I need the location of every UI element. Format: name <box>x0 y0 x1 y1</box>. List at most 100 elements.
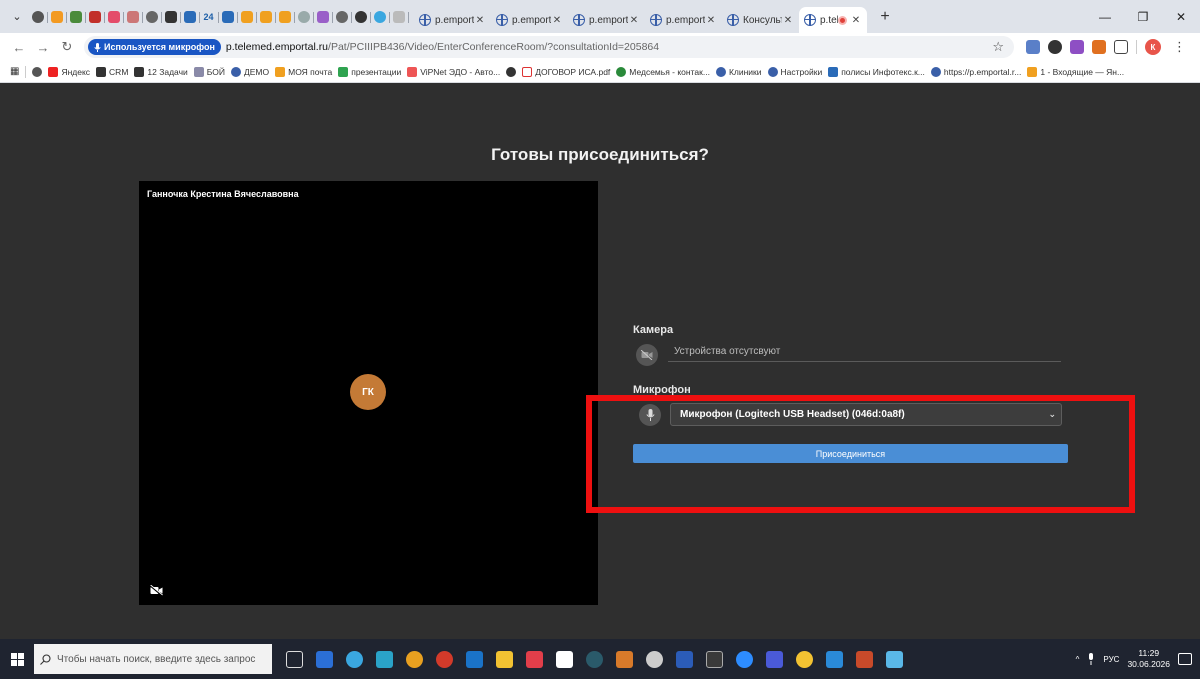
pinned-tab[interactable] <box>104 6 124 28</box>
tab-consultation[interactable]: Консульт ✕ <box>722 7 799 33</box>
tab-close-icon[interactable]: ✕ <box>705 15 717 26</box>
pinned-tab[interactable] <box>256 6 276 28</box>
bookmark-presentations[interactable]: презентации <box>338 66 401 77</box>
bookmark-settings[interactable]: Настройки <box>767 66 822 77</box>
taskbar-app-icon[interactable] <box>616 650 633 668</box>
bookmark-vipnet[interactable]: ViPNet ЭДО - Авто... <box>407 66 500 77</box>
puzzle-icon[interactable] <box>1114 40 1128 54</box>
extension-icon[interactable] <box>1070 40 1084 54</box>
pinned-tab[interactable] <box>332 6 352 28</box>
reload-button[interactable]: ↻ <box>56 36 78 58</box>
bookmark-demo[interactable]: ДЕМО <box>230 66 269 77</box>
tab-telemed-active[interactable]: p.tele ✕ <box>799 7 867 33</box>
pinned-tab[interactable] <box>294 6 314 28</box>
bookmark-policies[interactable]: полисы Инфотекс.к... <box>828 66 925 77</box>
tab-emportal-1[interactable]: p.emporta ✕ <box>414 7 491 33</box>
pinned-tab[interactable] <box>66 6 86 28</box>
taskbar-app-icon[interactable] <box>316 650 333 668</box>
mic-in-use-indicator[interactable]: Используется микрофон <box>88 39 221 55</box>
telegram-icon[interactable] <box>346 650 363 668</box>
microphone-tray-icon[interactable] <box>1087 653 1095 665</box>
bookmark-emportal[interactable]: https://p.emportal.r... <box>930 66 1021 77</box>
taskbar-app-icon[interactable] <box>886 650 903 668</box>
tab-close-icon[interactable]: ✕ <box>551 15 563 26</box>
pinned-tab-24[interactable]: 24 <box>199 6 219 28</box>
taskbar-search[interactable]: Чтобы начать поиск, введите здесь запрос <box>34 644 272 674</box>
bookmark-inbox[interactable]: 1 - Входящие — Ян... <box>1027 66 1124 77</box>
bookmark-mail[interactable]: МОЯ почта <box>275 66 332 77</box>
pinned-tab[interactable] <box>123 6 143 28</box>
extension-icon[interactable] <box>1092 40 1106 54</box>
apps-grid-icon[interactable]: ▦ <box>10 66 19 77</box>
bookmark-boy[interactable]: БОЙ <box>193 66 225 77</box>
pinned-tab[interactable] <box>28 6 48 28</box>
menu-kebab-icon[interactable]: ⋮ <box>1173 39 1186 55</box>
file-explorer-icon[interactable] <box>496 650 513 668</box>
tab-emportal-3[interactable]: p.emporta ✕ <box>568 7 645 33</box>
taskbar-app-icon[interactable] <box>796 650 813 668</box>
taskbar-app-icon[interactable] <box>526 650 543 668</box>
bookmark-chrome[interactable] <box>32 66 43 77</box>
pinned-tab[interactable] <box>180 6 200 28</box>
pinned-tab[interactable] <box>313 6 333 28</box>
tray-expand-icon[interactable]: ^ <box>1076 655 1080 664</box>
word-icon[interactable] <box>676 650 693 668</box>
camera-device-field[interactable]: Устройства отсутсвуют <box>668 341 1061 362</box>
pinned-tab[interactable] <box>85 6 105 28</box>
tab-close-icon[interactable]: ✕ <box>850 15 862 26</box>
pinned-tab[interactable] <box>237 6 257 28</box>
bookmark-star-icon[interactable]: ☆ <box>992 39 1004 55</box>
bookmark-tasks[interactable]: 12 Задачи <box>134 66 188 77</box>
taskbar-app-icon[interactable] <box>586 650 603 668</box>
close-window-button[interactable]: ✕ <box>1162 0 1200 33</box>
bookmark-yandex[interactable]: Яндекс <box>48 66 90 77</box>
pinned-tab[interactable] <box>351 6 371 28</box>
windows-logo-icon <box>10 652 24 666</box>
settings-gear-icon[interactable] <box>646 650 663 668</box>
taskbar-app-icon[interactable] <box>826 650 843 668</box>
new-tab-button[interactable]: + <box>875 8 895 26</box>
tab-close-icon[interactable]: ✕ <box>782 15 794 26</box>
restore-button[interactable]: ❐ <box>1124 0 1162 33</box>
taskbar-app-icon[interactable] <box>376 650 393 668</box>
bookmark-github[interactable] <box>506 66 517 77</box>
extension-icon[interactable] <box>1048 40 1062 54</box>
forward-button[interactable]: → <box>32 36 54 58</box>
pinned-tab[interactable] <box>275 6 295 28</box>
opera-icon[interactable] <box>436 650 453 668</box>
extension-icon[interactable] <box>1026 40 1040 54</box>
bookmark-clinics[interactable]: Клиники <box>715 66 762 77</box>
bookmark-crm[interactable]: CRM <box>96 66 128 77</box>
address-bar[interactable]: Используется микрофон p.telemed.emportal… <box>84 36 1014 58</box>
avatar: ГК <box>350 374 386 410</box>
bookmark-medsemya[interactable]: Медсемья - контак... <box>616 66 710 77</box>
notification-center-icon[interactable] <box>1178 653 1192 665</box>
pinned-tab[interactable] <box>47 6 67 28</box>
pinned-tab[interactable] <box>370 6 390 28</box>
back-button[interactable]: ← <box>8 36 30 58</box>
input-language[interactable]: РУС <box>1103 655 1119 664</box>
zoom-icon[interactable] <box>736 650 753 668</box>
chrome-icon[interactable] <box>406 650 423 668</box>
taskbar-app-icon[interactable] <box>856 650 873 668</box>
calculator-icon[interactable] <box>706 650 723 668</box>
outlook-icon[interactable] <box>466 650 483 668</box>
start-button[interactable] <box>0 639 34 679</box>
tab-close-icon[interactable]: ✕ <box>628 15 640 26</box>
tab-emportal-2[interactable]: p.emporta ✕ <box>491 7 568 33</box>
task-view-icon[interactable] <box>286 650 303 668</box>
tab-emportal-4[interactable]: p.emporta ✕ <box>645 7 722 33</box>
tab-close-icon[interactable]: ✕ <box>474 15 486 26</box>
clock[interactable]: 11:29 30.06.2026 <box>1127 648 1170 670</box>
minimize-button[interactable]: — <box>1086 0 1124 33</box>
pinned-tab[interactable] <box>161 6 181 28</box>
tab-search-button[interactable]: ⌄ <box>6 6 28 28</box>
document-icon[interactable] <box>556 650 573 668</box>
bookmark-contract-pdf[interactable]: ДОГОВОР ИСА.pdf <box>522 66 610 77</box>
profile-avatar[interactable]: К <box>1145 39 1161 55</box>
pinned-tab[interactable] <box>389 6 409 28</box>
pinned-tab[interactable] <box>142 6 162 28</box>
taskbar-app-icon[interactable] <box>766 650 783 668</box>
pinned-tabs: 24 <box>28 0 409 33</box>
pinned-tab[interactable] <box>218 6 238 28</box>
